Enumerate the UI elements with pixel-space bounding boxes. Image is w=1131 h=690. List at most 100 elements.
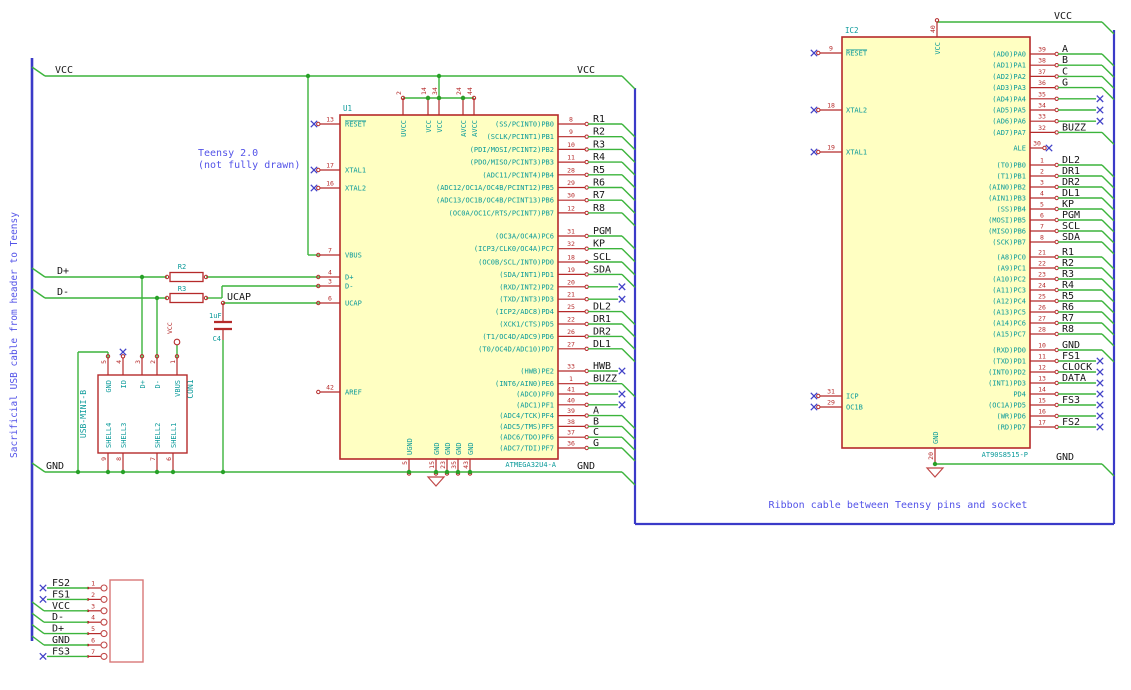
c4-value[interactable]: 1uF	[209, 312, 222, 320]
teensy-note-line1[interactable]: Teensy 2.0	[198, 148, 258, 159]
pin-end	[1054, 347, 1059, 353]
pin-number: 10	[1038, 342, 1046, 350]
pin-number: 3	[91, 602, 95, 610]
r3-body[interactable]	[169, 292, 204, 304]
net-label-ic2-vcc[interactable]: VCC	[1054, 11, 1072, 22]
pin-name: GND	[467, 442, 475, 455]
pin-number: 40	[929, 25, 937, 33]
pin-name: (OC1A)PD5	[988, 402, 1026, 410]
junction-dot	[455, 469, 461, 475]
c4-ref[interactable]: C4	[213, 335, 221, 343]
net-label-gnd-right[interactable]: GND	[577, 461, 595, 472]
net-label-ucap[interactable]: UCAP	[227, 292, 251, 303]
pin-number: 9	[100, 457, 108, 461]
left-bus-note[interactable]: Sacrificial USB cable from header to Tee…	[9, 212, 20, 458]
pin-end	[1054, 331, 1059, 337]
wire	[621, 123, 636, 138]
r2-ref[interactable]: R2	[178, 263, 186, 271]
pin-end	[816, 393, 821, 399]
pin-name: (T0/OC4D/ADC10)PD7	[478, 345, 554, 353]
net-label-dplus[interactable]: D+	[57, 266, 69, 277]
wire	[31, 66, 46, 77]
net-label-gnd-left[interactable]: GND	[46, 461, 64, 472]
pin-end	[316, 167, 321, 173]
pin-number: 36	[1038, 79, 1046, 87]
pin-name: RESET	[345, 121, 367, 129]
pin-number: 12	[567, 204, 575, 212]
schematic-canvas[interactable]: Sacrificial USB cable from header to Tee…	[0, 0, 1131, 690]
pin-number: 21	[567, 291, 575, 299]
pin-end	[1054, 119, 1059, 124]
pin-number: 16	[326, 180, 334, 188]
junction-dot	[467, 469, 473, 475]
pin-number: 13	[1038, 375, 1046, 383]
net-label-dminus[interactable]: D-	[57, 287, 69, 298]
pin-number: 6	[1040, 212, 1044, 220]
net-label-ic2-gnd[interactable]: GND	[1056, 452, 1074, 463]
u1-ref[interactable]: U1	[343, 104, 352, 113]
pin-end	[1054, 358, 1059, 364]
pin-name: (AIN1)PB3	[988, 195, 1026, 203]
conn7-pin-circle	[100, 584, 108, 592]
pin-name: AREF	[345, 389, 362, 397]
pin-name: VCC	[425, 120, 433, 133]
pin-name: OC1B	[846, 404, 863, 412]
pin-end	[584, 445, 589, 451]
pin-number: 7	[149, 457, 157, 461]
pin-number: 34	[431, 87, 439, 95]
pin-name: (WR)PD6	[996, 413, 1026, 421]
pin-name: UVCC	[400, 120, 408, 137]
pin-name: (ADC12/OC1A/OC4B/PCINT12)PB5	[436, 184, 554, 192]
pin-number: 5	[91, 625, 95, 633]
pin-end	[816, 50, 821, 56]
pin-number: 23	[439, 461, 447, 469]
wire	[1101, 322, 1115, 336]
usb-value[interactable]: USB-MINI-B	[79, 390, 88, 438]
pin-number: 34	[1038, 102, 1046, 110]
pin-end	[584, 321, 589, 327]
usb-vcc-symbol-label[interactable]: VCC	[166, 322, 174, 334]
pin-end	[1054, 217, 1059, 223]
pin-end	[1054, 184, 1059, 190]
pin-end	[1054, 413, 1059, 419]
junction-dot	[105, 469, 111, 475]
ribbon-note[interactable]: Ribbon cable between Teensy pins and soc…	[769, 500, 1028, 511]
pin-name: (AIN0)PB2	[988, 184, 1026, 192]
pin-number: 40	[567, 396, 575, 404]
junction-dot	[220, 469, 226, 475]
pin-name: VBUS	[345, 252, 362, 260]
pin-name: (AD3)PA3	[992, 84, 1026, 92]
r3-ref[interactable]: R3	[178, 285, 186, 293]
pin-number: 2	[91, 591, 95, 599]
pin-name: (AD1)PA1	[992, 62, 1026, 70]
pin-name: RESET	[846, 50, 868, 58]
net-label-vcc-left[interactable]: VCC	[55, 65, 73, 76]
pin-number: 31	[567, 228, 575, 236]
wire	[31, 624, 45, 635]
pin-name: (AD0)PA0	[992, 51, 1026, 59]
pin-number: 22	[1038, 260, 1046, 268]
ic2-part[interactable]: AT90S8515-P	[982, 451, 1028, 459]
ic2-ref[interactable]: IC2	[845, 26, 859, 35]
r2-body[interactable]	[169, 271, 204, 283]
pin-name: (ADC1)PF1	[516, 401, 554, 409]
pin-number: 15	[428, 461, 436, 469]
pin-number: 39	[567, 407, 575, 415]
pin-end	[1054, 254, 1059, 260]
junction-dot	[139, 274, 145, 280]
pin-name: (ADC0)PF0	[516, 391, 554, 399]
wire	[31, 612, 45, 623]
pin-name: (RXD/INT2)PD2	[499, 283, 554, 291]
pin-name: (AD5)PA5	[992, 107, 1026, 115]
conn7-body[interactable]	[109, 579, 144, 663]
teensy-note-line2[interactable]: (not fully drawn)	[198, 160, 300, 171]
net-label-vcc-right[interactable]: VCC	[577, 65, 595, 76]
pin-number: 1	[169, 360, 177, 364]
junction-dot	[444, 469, 450, 475]
conn7-pin-circle	[100, 630, 108, 638]
wire	[621, 187, 636, 201]
wire	[31, 601, 45, 612]
pin-end	[816, 149, 821, 155]
u1-part[interactable]: ATMEGA32U4-A	[505, 461, 556, 469]
pin-end	[584, 284, 589, 289]
